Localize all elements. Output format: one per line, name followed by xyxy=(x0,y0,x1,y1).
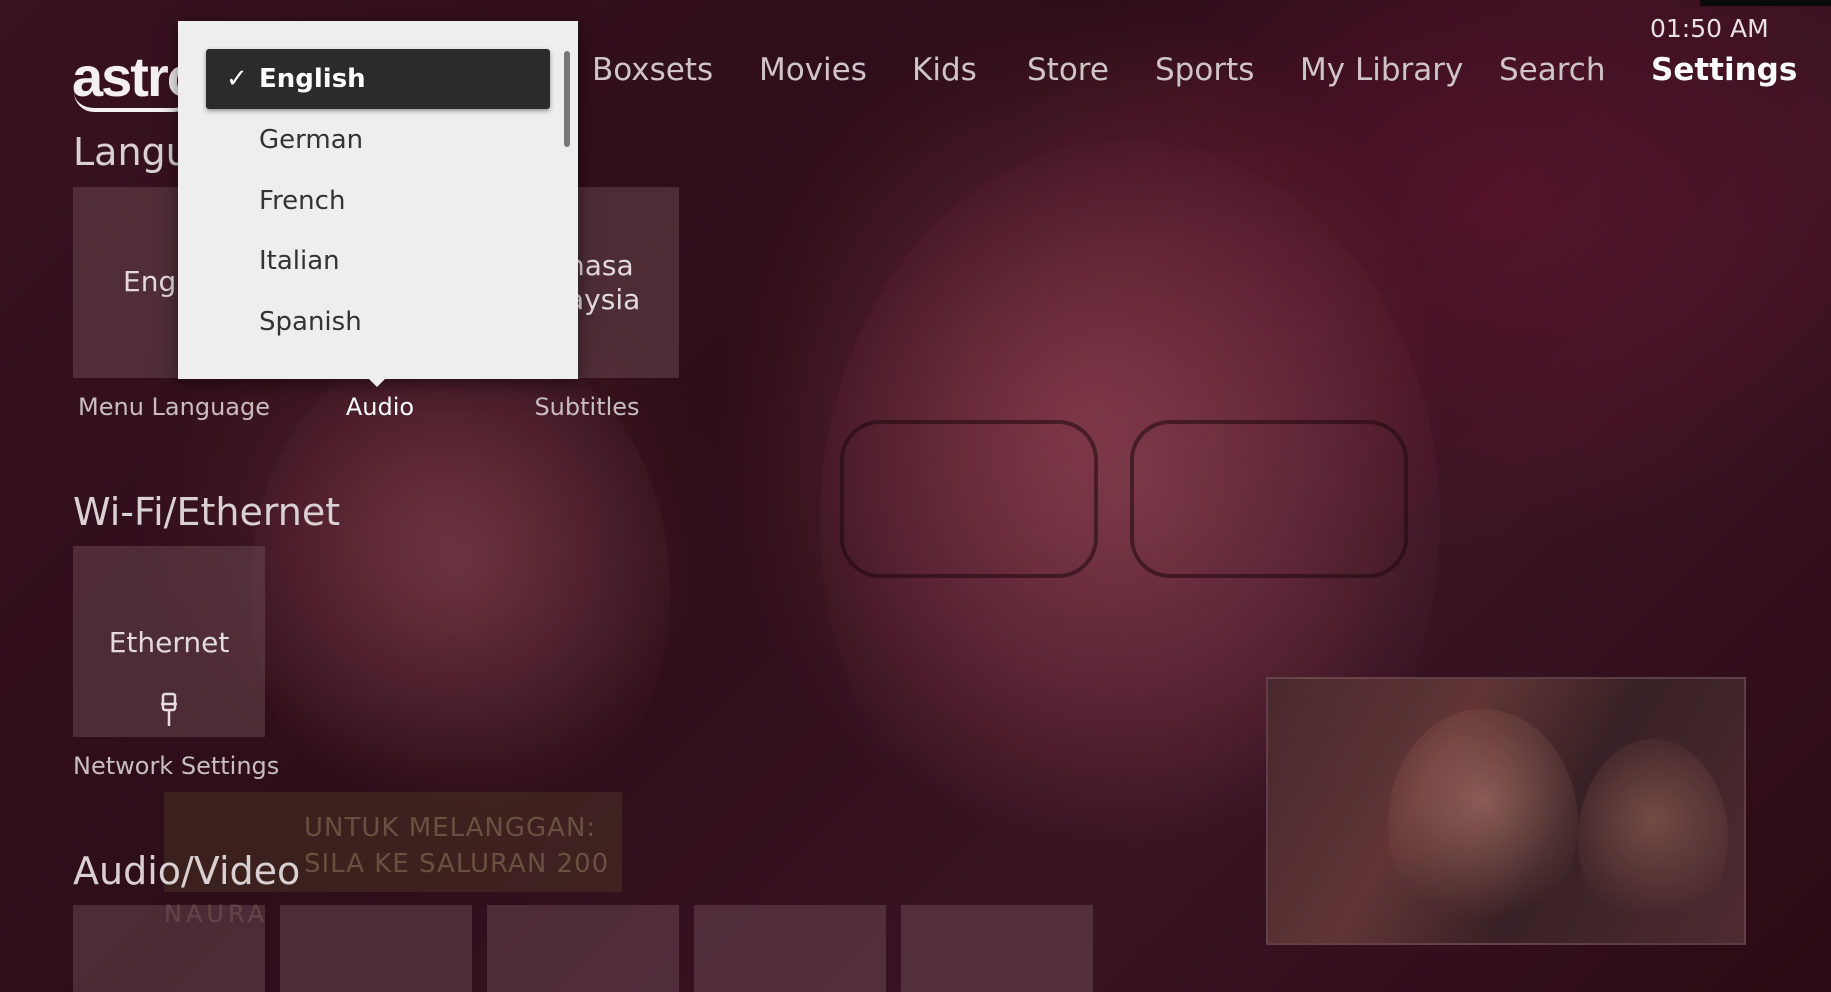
top-edge-strip xyxy=(1700,0,1831,6)
audio-caption: Audio xyxy=(345,393,415,421)
tv-settings-screen: UNTUK MELANGGAN: SILA KE SALURAN 200 NAU… xyxy=(0,0,1831,992)
subtitles-value-line2: aysia xyxy=(567,283,641,316)
option-spanish[interactable]: Spanish xyxy=(206,292,550,352)
picture-in-picture-preview[interactable] xyxy=(1266,677,1746,945)
nav-my-library[interactable]: My Library xyxy=(1300,52,1463,88)
audio-video-tile-3[interactable] xyxy=(487,905,679,992)
background-glasses-right xyxy=(1130,420,1408,578)
nav-movies[interactable]: Movies xyxy=(759,52,867,88)
nav-kids[interactable]: Kids xyxy=(912,52,977,88)
ethernet-plug-icon xyxy=(161,692,177,726)
option-french[interactable]: French xyxy=(206,171,550,231)
option-label: French xyxy=(259,186,346,216)
network-section-title: Wi-Fi/Ethernet xyxy=(73,490,341,534)
nav-store[interactable]: Store xyxy=(1027,52,1109,88)
option-german[interactable]: German xyxy=(206,110,550,170)
subtitles-value-line1: nasa xyxy=(567,249,634,282)
option-english[interactable]: ✓ English xyxy=(206,49,550,109)
network-settings-caption: Network Settings xyxy=(73,752,280,780)
menu-language-caption: Menu Language xyxy=(78,393,270,421)
clock: 01:50 AM xyxy=(1650,14,1769,43)
promo-text-line2: SILA KE SALURAN 200 xyxy=(304,849,610,879)
audio-video-tile-1[interactable] xyxy=(73,905,265,992)
option-label: Italian xyxy=(259,246,340,276)
nav-settings[interactable]: Settings xyxy=(1651,52,1797,88)
audio-video-tile-5[interactable] xyxy=(901,905,1093,992)
option-label: English xyxy=(259,64,366,94)
audio-video-tile-4[interactable] xyxy=(694,905,886,992)
nav-search[interactable]: Search xyxy=(1499,52,1606,88)
option-label: German xyxy=(259,125,364,155)
option-italian[interactable]: Italian xyxy=(206,231,550,291)
pip-person-2 xyxy=(1578,739,1728,939)
ethernet-label: Ethernet xyxy=(108,626,230,659)
checkmark-icon: ✓ xyxy=(226,64,248,94)
audio-language-dropdown[interactable]: ✓ English German French Italian Spanish xyxy=(178,21,578,379)
option-label: Spanish xyxy=(259,307,362,337)
logo-swoosh xyxy=(74,92,194,112)
background-glasses-left xyxy=(840,420,1098,578)
pip-person-1 xyxy=(1388,709,1578,939)
language-section-title: Langu xyxy=(73,130,190,174)
nav-boxsets[interactable]: Boxsets xyxy=(592,52,713,88)
dropdown-pointer xyxy=(366,376,388,387)
nav-sports[interactable]: Sports xyxy=(1155,52,1254,88)
dropdown-scrollbar[interactable] xyxy=(564,51,570,147)
audio-video-section-title: Audio/Video xyxy=(73,849,301,893)
promo-text-line1: UNTUK MELANGGAN: xyxy=(304,813,597,843)
audio-video-tile-2[interactable] xyxy=(280,905,472,992)
subtitles-caption: Subtitles xyxy=(534,393,640,421)
